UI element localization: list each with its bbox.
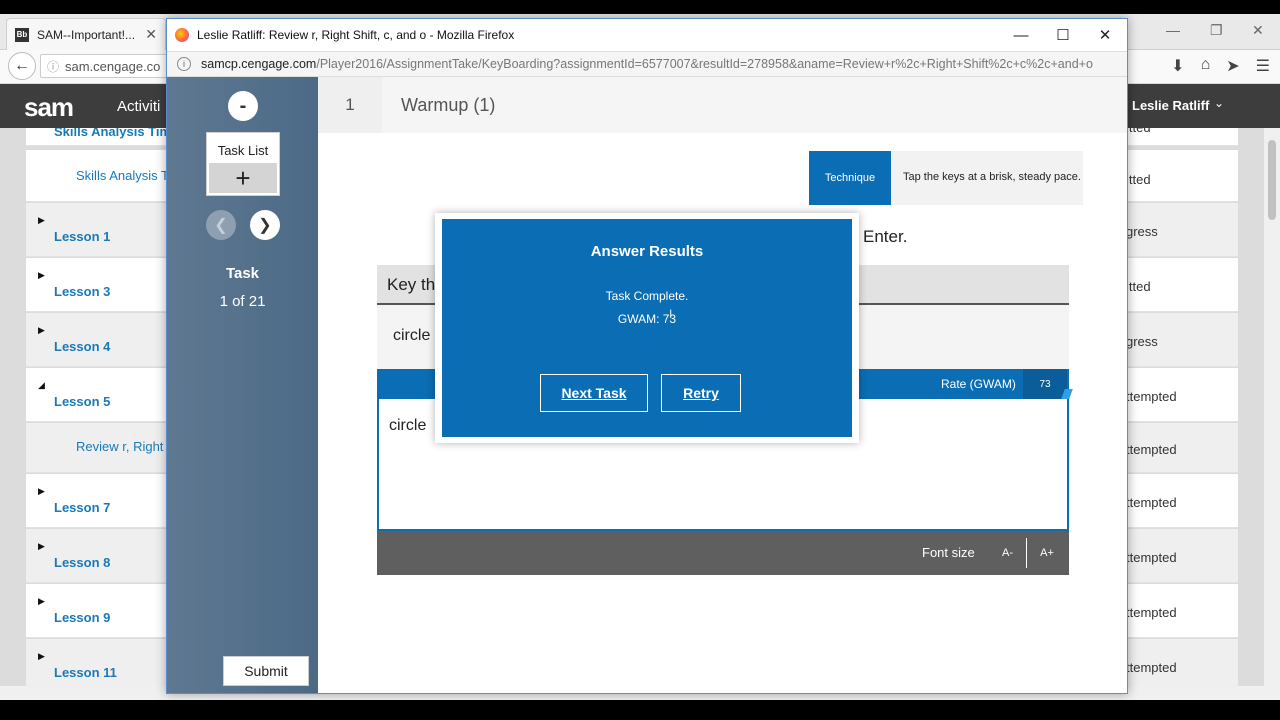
dialog-message: Task Complete. — [605, 289, 689, 303]
popup-title-bar[interactable]: Leslie Ratliff: Review r, Right Shift, c… — [167, 19, 1127, 51]
close-window-icon[interactable]: ✕ — [1252, 22, 1264, 39]
minimize-icon[interactable]: — — [1166, 22, 1180, 38]
lesson-link[interactable]: Lesson 7 — [54, 500, 110, 515]
background-toolbar-icons: ⬇ ⌂ ➤ ☰ — [1171, 56, 1270, 76]
background-tab-title: SAM--Important!... — [37, 27, 136, 42]
retry-button[interactable]: Retry — [661, 374, 741, 412]
home-icon[interactable]: ⌂ — [1201, 56, 1211, 76]
firefox-icon — [175, 28, 189, 42]
instruction-text: Enter. — [863, 227, 908, 246]
lesson-link[interactable]: Skills Analysis Tim — [54, 128, 171, 139]
close-tab-icon[interactable]: ✕ — [145, 26, 157, 43]
assignment-popup-window: Leslie Ratliff: Review r, Right Shift, c… — [166, 18, 1128, 694]
task-list-button[interactable]: Task List + — [206, 132, 280, 196]
status-text: ttempted — [1126, 389, 1177, 404]
typed-text: circle — [389, 417, 427, 434]
sub-item-link[interactable]: Review r, Right S — [76, 439, 176, 454]
background-tab[interactable]: Bb SAM--Important!... ✕ — [6, 18, 166, 50]
info-icon[interactable]: i — [177, 57, 191, 71]
popup-address-bar[interactable]: i samcp.cengage.com/Player2016/Assignmen… — [167, 51, 1127, 77]
collapse-arrow-icon[interactable]: ◢ — [38, 380, 45, 391]
info-icon: ⓘ — [47, 59, 60, 74]
technique-button[interactable]: Technique — [809, 151, 891, 205]
rate-label: Rate (GWAM) — [941, 377, 1016, 391]
dialog-title: Answer Results — [590, 243, 704, 260]
status-text: itted — [1126, 172, 1151, 187]
chevron-down-icon[interactable]: ⌄ — [1214, 96, 1224, 110]
next-task-arrow-button[interactable]: ❯ — [250, 210, 280, 240]
background-address-bar[interactable]: ⓘ sam.cengage.co — [40, 54, 170, 78]
rate-value: 73 — [1023, 369, 1067, 399]
user-menu[interactable]: Leslie Ratliff — [1132, 98, 1209, 113]
marker-icon — [1061, 389, 1073, 399]
status-text: itted — [1126, 128, 1151, 135]
status-text: gress — [1126, 334, 1158, 349]
expand-arrow-icon[interactable]: ▶ — [38, 651, 45, 662]
close-icon[interactable]: ✕ — [1083, 19, 1127, 51]
os-bottom-strip — [0, 700, 1280, 720]
font-increase-button[interactable]: A+ — [1028, 538, 1066, 568]
collapse-panel-button[interactable]: - — [228, 91, 258, 121]
expand-arrow-icon[interactable]: ▶ — [38, 325, 45, 336]
submit-button[interactable]: Submit — [223, 656, 309, 686]
background-url-text: sam.cengage.co — [65, 58, 161, 74]
font-decrease-button[interactable]: A- — [989, 538, 1027, 568]
task-list-label: Task List — [217, 143, 269, 158]
task-side-panel: - Task List + ❮ ❯ Task 1 of 21 Submit — [167, 77, 318, 693]
vertical-scrollbar[interactable] — [1264, 128, 1280, 686]
download-icon[interactable]: ⬇ — [1171, 56, 1184, 76]
expand-arrow-icon[interactable]: ▶ — [38, 270, 45, 281]
status-text: ttempted — [1126, 660, 1177, 675]
screen: Bb SAM--Important!... ✕ — ❐ ✕ ← ⓘ sam.ce… — [0, 0, 1280, 720]
status-text: ttempted — [1126, 550, 1177, 565]
sam-logo[interactable]: sam — [24, 92, 74, 123]
url-host: samcp.cengage.com — [201, 57, 317, 71]
chevron-right-icon: ❯ — [258, 217, 272, 234]
lesson-link[interactable]: Lesson 3 — [54, 284, 110, 299]
expand-arrow-icon[interactable]: ▶ — [38, 596, 45, 607]
status-text: ttempted — [1126, 605, 1177, 620]
maximize-icon[interactable]: ☐ — [1041, 19, 1085, 51]
expand-arrow-icon[interactable]: ▶ — [38, 486, 45, 497]
font-size-label: Font size — [922, 545, 975, 560]
status-text: ttempted — [1126, 442, 1177, 457]
next-task-button[interactable]: Next Task — [540, 374, 648, 412]
scrollbar-thumb[interactable] — [1268, 140, 1276, 220]
lesson-link[interactable]: Lesson 4 — [54, 339, 110, 354]
lesson-link[interactable]: Lesson 9 — [54, 610, 110, 625]
back-arrow-icon: ← — [14, 57, 30, 74]
popup-window-title: Leslie Ratliff: Review r, Right Shift, c… — [197, 28, 515, 42]
blackboard-icon: Bb — [15, 27, 29, 42]
task-heading: Task — [225, 265, 260, 282]
expand-arrow-icon[interactable]: ▶ — [38, 541, 45, 552]
step-title: Warmup (1) — [401, 95, 496, 115]
prompt-text: circle — [393, 327, 431, 344]
task-progress: 1 of 21 — [219, 293, 266, 310]
lesson-link[interactable]: Lesson 5 — [54, 394, 110, 409]
restore-icon[interactable]: ❐ — [1210, 22, 1223, 39]
sub-item-link[interactable]: Skills Analysis T — [76, 168, 169, 183]
lesson-link[interactable]: Lesson 1 — [54, 229, 110, 244]
previous-task-button[interactable]: ❮ — [206, 210, 236, 240]
plus-icon[interactable]: + — [209, 163, 277, 193]
status-text: gress — [1126, 224, 1158, 239]
menu-icon[interactable]: ☰ — [1256, 56, 1270, 76]
step-number: 1 — [318, 77, 382, 133]
gwam-result: GWAM: 73 — [617, 312, 677, 326]
status-text: ttempted — [1126, 495, 1177, 510]
os-top-strip — [0, 0, 1280, 14]
expand-arrow-icon[interactable]: ▶ — [38, 215, 45, 226]
nav-activities[interactable]: Activiti — [117, 98, 160, 115]
send-icon[interactable]: ➤ — [1226, 56, 1239, 76]
text-cursor-icon: I — [669, 307, 673, 321]
lesson-link[interactable]: Lesson 8 — [54, 555, 110, 570]
lesson-link[interactable]: Lesson 11 — [54, 665, 117, 680]
technique-text: Tap the keys at a brisk, steady pace. — [903, 171, 1081, 183]
status-text: itted — [1126, 279, 1151, 294]
minimize-icon[interactable]: — — [999, 19, 1043, 51]
back-button[interactable]: ← — [8, 52, 36, 80]
url-path: /Player2016/AssignmentTake/KeyBoarding?a… — [316, 57, 1093, 71]
chevron-left-icon: ❮ — [214, 217, 228, 234]
key-instruction-text: Key th — [387, 275, 436, 294]
